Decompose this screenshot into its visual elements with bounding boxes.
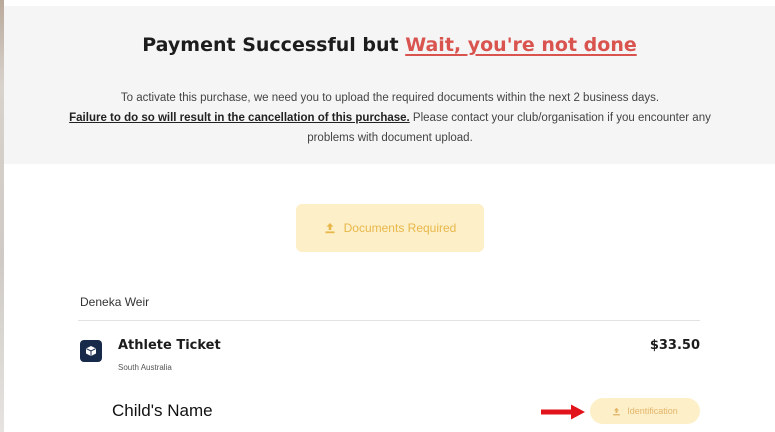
banner-line-2: Failure to do so will result in the canc… bbox=[10, 108, 770, 128]
identification-label: Identification bbox=[627, 406, 678, 416]
ticket-subtitle: South Australia bbox=[118, 363, 172, 372]
divider bbox=[78, 320, 700, 321]
banner-message: To activate this purchase, we need you t… bbox=[10, 88, 770, 148]
documents-required-label: Documents Required bbox=[343, 221, 457, 235]
ticket-holder-name: Deneka Weir bbox=[80, 295, 150, 309]
arrow-right-icon bbox=[541, 404, 585, 420]
banner-line-3: problems with document upload. bbox=[307, 132, 473, 144]
title-prefix: Payment Successful but bbox=[142, 34, 406, 56]
identification-upload-button[interactable]: Identification bbox=[590, 398, 700, 424]
page: Payment Successful but Wait, you're not … bbox=[0, 0, 775, 432]
title-accent: Wait, you're not done bbox=[405, 34, 637, 56]
ticket-price: $33.50 bbox=[649, 338, 700, 353]
upload-icon bbox=[325, 223, 335, 234]
page-title: Payment Successful but Wait, you're not … bbox=[4, 34, 775, 56]
documents-required-button[interactable]: Documents Required bbox=[296, 204, 484, 252]
ticket-icon bbox=[80, 340, 102, 362]
banner-line-1: To activate this purchase, we need you t… bbox=[120, 92, 660, 104]
contact-text: Please contact your club/organisation if… bbox=[409, 112, 711, 124]
ticket-title: Athlete Ticket bbox=[118, 338, 221, 353]
document-field-label: Child's Name bbox=[112, 401, 213, 420]
upload-icon bbox=[613, 407, 621, 415]
cancellation-warning: Failure to do so will result in the canc… bbox=[69, 112, 410, 124]
status-banner: Payment Successful but Wait, you're not … bbox=[4, 6, 775, 164]
